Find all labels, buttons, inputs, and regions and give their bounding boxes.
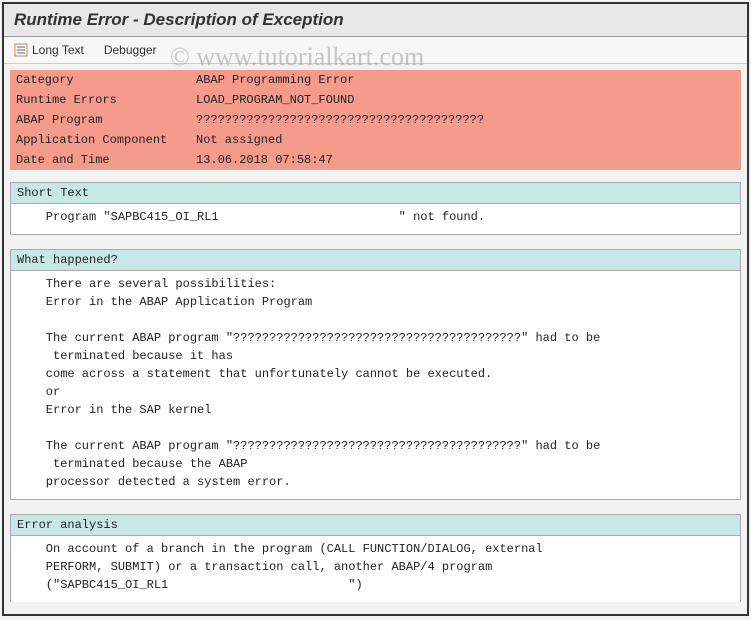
info-table: CategoryABAP Programming ErrorRuntime Er… (10, 70, 741, 170)
info-row: Runtime ErrorsLOAD_PROGRAM_NOT_FOUND (10, 90, 741, 110)
short-text-body: Program "SAPBC415_OI_RL1 " not found. (11, 204, 740, 234)
info-label: Application Component (10, 130, 190, 150)
info-label: ABAP Program (10, 110, 190, 130)
long-text-button[interactable]: Long Text (14, 43, 84, 57)
what-happened-body: There are several possibilities: Error i… (11, 271, 740, 499)
long-text-label: Long Text (32, 43, 84, 57)
info-row: Application ComponentNot assigned (10, 130, 741, 150)
debugger-label: Debugger (104, 43, 157, 57)
error-analysis-body: On account of a branch in the program (C… (11, 536, 740, 602)
info-label: Runtime Errors (10, 90, 190, 110)
what-happened-header: What happened? (11, 250, 740, 271)
short-text-section: Short Text Program "SAPBC415_OI_RL1 " no… (10, 182, 741, 235)
info-row: ABAP Program????????????????????????????… (10, 110, 741, 130)
page-title: Runtime Error - Description of Exception (4, 4, 747, 37)
error-analysis-header: Error analysis (11, 515, 740, 536)
info-row: CategoryABAP Programming Error (10, 70, 741, 90)
info-row: Date and Time13.06.2018 07:58:47 (10, 150, 741, 170)
info-value: ABAP Programming Error (190, 70, 741, 90)
info-value: Not assigned (190, 130, 741, 150)
what-happened-section: What happened? There are several possibi… (10, 249, 741, 500)
error-analysis-section: Error analysis On account of a branch in… (10, 514, 741, 602)
toolbar: Long Text Debugger (4, 37, 747, 64)
info-label: Category (10, 70, 190, 90)
info-label: Date and Time (10, 150, 190, 170)
content-area: CategoryABAP Programming ErrorRuntime Er… (4, 64, 747, 608)
long-text-icon (14, 43, 28, 57)
info-value: LOAD_PROGRAM_NOT_FOUND (190, 90, 741, 110)
info-value: 13.06.2018 07:58:47 (190, 150, 741, 170)
short-text-header: Short Text (11, 183, 740, 204)
info-value: ???????????????????????????????????????? (190, 110, 741, 130)
debugger-button[interactable]: Debugger (104, 43, 157, 57)
